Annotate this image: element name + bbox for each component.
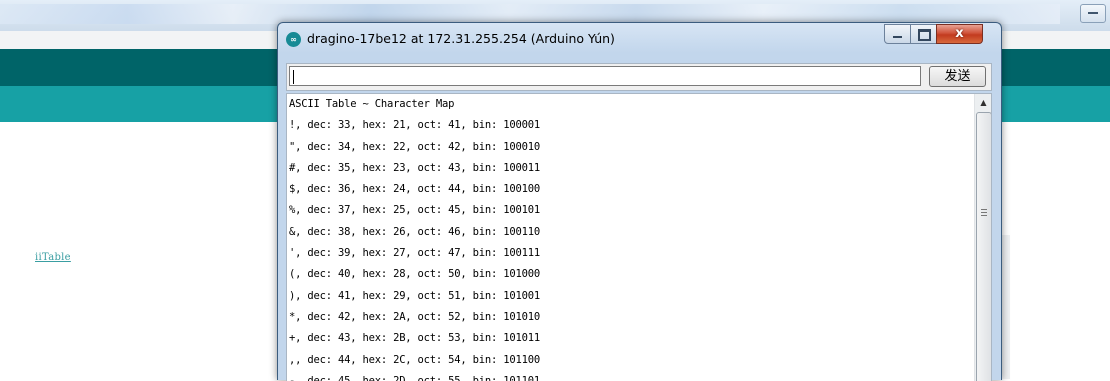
text-caret xyxy=(293,70,294,84)
output-lines: ASCII Table ~ Character Map !, dec: 33, … xyxy=(289,94,973,381)
output-line: ", dec: 34, hex: 22, oct: 42, bin: 10001… xyxy=(289,140,540,153)
send-bar: 发送 xyxy=(286,63,992,91)
background-sketch-link[interactable]: iiTable xyxy=(35,252,71,263)
serial-output-area[interactable]: ASCII Table ~ Character Map !, dec: 33, … xyxy=(286,93,992,381)
output-line: ASCII Table ~ Character Map xyxy=(289,98,455,110)
close-button[interactable]: x xyxy=(936,24,983,44)
output-line: %, dec: 37, hex: 25, oct: 45, bin: 10010… xyxy=(289,204,540,217)
maximize-button[interactable] xyxy=(910,24,937,44)
output-line: ,, dec: 44, hex: 2C, oct: 54, bin: 10110… xyxy=(289,353,540,366)
scroll-up-arrow-icon[interactable]: ▲ xyxy=(975,94,991,111)
close-icon: x xyxy=(955,26,964,41)
output-line: $, dec: 36, hex: 24, oct: 44, bin: 10010… xyxy=(289,183,540,196)
output-scrollbar[interactable]: ▲ xyxy=(974,94,991,381)
output-line: ), dec: 41, hex: 29, oct: 51, bin: 10100… xyxy=(289,289,540,302)
output-line: (, dec: 40, hex: 28, oct: 50, bin: 10100… xyxy=(289,268,540,281)
output-line: ', dec: 39, hex: 27, oct: 47, bin: 10011… xyxy=(289,247,540,260)
arduino-logo-icon: ∞ xyxy=(286,32,301,47)
grip-icon xyxy=(981,209,987,216)
output-line: #, dec: 35, hex: 23, oct: 43, bin: 10001… xyxy=(289,161,540,174)
output-line: -, dec: 45, hex: 2D, oct: 55, bin: 10110… xyxy=(289,374,540,381)
send-button[interactable]: 发送 xyxy=(929,66,986,87)
minimize-icon xyxy=(893,36,902,38)
scrollbar-thumb[interactable] xyxy=(976,112,991,381)
minimize-icon xyxy=(1088,12,1098,14)
window-title: dragino-17be12 at 172.31.255.254 (Arduin… xyxy=(307,31,615,46)
blurred-title-area xyxy=(0,4,1060,24)
background-minimize-button[interactable] xyxy=(1080,4,1106,23)
serial-monitor-window: ∞ dragino-17be12 at 172.31.255.254 (Ardu… xyxy=(277,22,1002,381)
minimize-button[interactable] xyxy=(884,24,911,44)
output-line: !, dec: 33, hex: 21, oct: 41, bin: 10000… xyxy=(289,119,540,132)
output-line: &, dec: 38, hex: 26, oct: 46, bin: 10011… xyxy=(289,225,540,238)
maximize-icon xyxy=(918,29,931,41)
output-line: +, dec: 43, hex: 2B, oct: 53, bin: 10101… xyxy=(289,332,540,345)
serial-send-input[interactable] xyxy=(289,66,921,86)
output-line: *, dec: 42, hex: 2A, oct: 52, bin: 10101… xyxy=(289,310,540,323)
